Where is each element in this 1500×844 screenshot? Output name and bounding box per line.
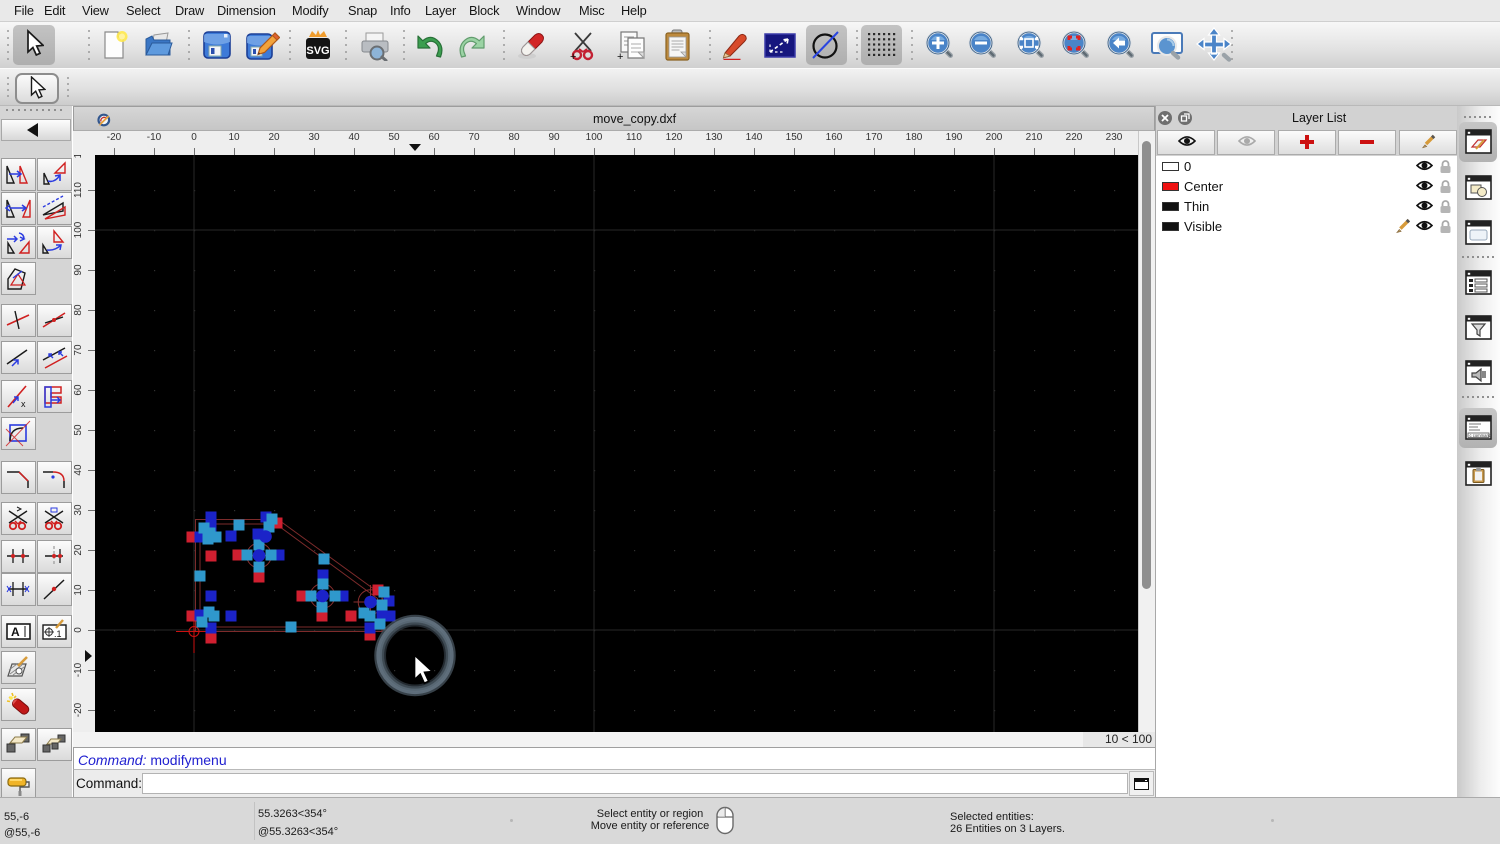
svg-text:c command: c command xyxy=(1470,433,1492,438)
svg-text:x: x xyxy=(21,399,26,409)
svg-text:+: + xyxy=(617,51,623,61)
svg-text:.1: .1 xyxy=(54,629,62,639)
svg-text:A: A xyxy=(11,625,20,639)
svg-text:SVG: SVG xyxy=(306,45,329,57)
svg-text:+: + xyxy=(570,51,576,62)
